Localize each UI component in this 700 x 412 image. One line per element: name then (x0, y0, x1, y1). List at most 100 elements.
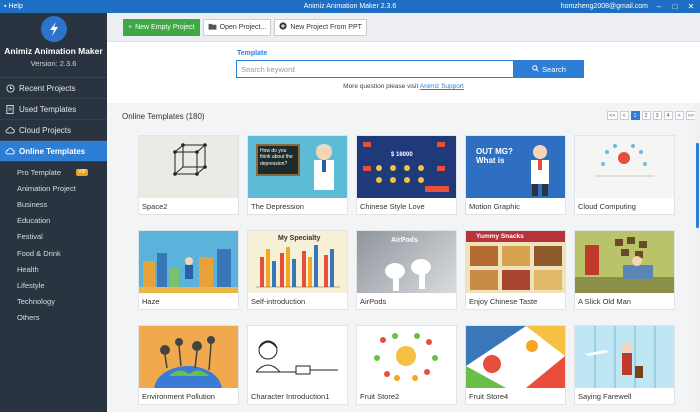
template-card[interactable]: A Slick Old Man (574, 230, 675, 310)
plus-icon: + (128, 23, 133, 31)
template-card[interactable]: $ 16000 Chinese Style Love (356, 135, 457, 215)
template-card[interactable]: My Specialty Self-introduction (247, 230, 348, 310)
category-technology[interactable]: Technology (0, 294, 107, 310)
nav-label: Used Templates (19, 104, 77, 114)
template-name: Fruit Store2 (360, 391, 400, 401)
nav-recent-projects[interactable]: Recent Projects (0, 78, 107, 99)
category-label: Education (17, 216, 51, 226)
template-name: Space2 (142, 201, 168, 211)
category-business[interactable]: Business (0, 196, 107, 212)
template-card[interactable]: Fruit Store2 (356, 325, 457, 405)
category-education[interactable]: Education (0, 213, 107, 229)
template-card[interactable]: Haze (138, 230, 239, 310)
template-name: Cloud Computing (578, 201, 636, 211)
nav-label: Recent Projects (19, 83, 76, 93)
template-thumbnail: AirPods (357, 231, 456, 293)
folder-icon (208, 23, 217, 32)
main-panel: + New Empty Project Open Project... New … (107, 13, 700, 412)
new-empty-project-button[interactable]: + New Empty Project (123, 18, 200, 36)
template-card[interactable]: Saying Farewell (574, 325, 675, 405)
template-card[interactable]: OUT MG? What is Motion Graphic (465, 135, 566, 215)
template-thumbnail (575, 136, 674, 198)
scrollbar-thumb[interactable] (696, 143, 699, 228)
template-card[interactable]: Environment Pollution (138, 325, 239, 405)
maximize-icon[interactable]: □ (670, 2, 680, 12)
template-search-label: Template (237, 50, 268, 57)
title-bar: ▪ Help Animiz Animation Maker 2.3.6 homz… (0, 0, 700, 13)
category-label: Business (17, 199, 48, 209)
pager-prev[interactable]: < (619, 111, 629, 120)
minimize-icon[interactable]: – (654, 2, 664, 12)
template-name: Character Introduction1 (251, 391, 330, 401)
category-label: Pro Template (17, 167, 62, 177)
plus-circle-icon (279, 22, 287, 32)
pager-page-1[interactable]: 1 (630, 111, 640, 120)
nav-used-templates[interactable]: Used Templates (0, 99, 107, 120)
template-name: Chinese Style Love (360, 201, 425, 211)
cloud-icon (5, 146, 15, 156)
template-name: Fruit Store4 (469, 391, 509, 401)
template-card[interactable]: How do you think about the depression? T… (247, 135, 348, 215)
pager-page-4[interactable]: 4 (663, 111, 673, 120)
support-hint: More question please visit Animiz Suppor… (107, 83, 700, 90)
template-name: Saying Farewell (578, 391, 632, 401)
pager-page-3[interactable]: 3 (652, 111, 662, 120)
thumbnail-caption: OUT MG? What is (476, 147, 513, 165)
category-label: Animation Project (17, 183, 76, 193)
category-label: Technology (17, 297, 55, 307)
category-label: Lifestyle (17, 280, 45, 290)
category-lifestyle[interactable]: Lifestyle (0, 277, 107, 293)
category-pro-template[interactable]: Pro Template VIP (0, 164, 107, 180)
template-card[interactable]: Space2 (138, 135, 239, 215)
category-food-drink[interactable]: Food & Drink (0, 245, 107, 261)
template-thumbnail (575, 326, 674, 388)
category-festival[interactable]: Festival (0, 229, 107, 245)
template-name: A Slick Old Man (578, 296, 631, 306)
nav-cloud-projects[interactable]: Cloud Projects (0, 120, 107, 141)
template-card[interactable]: Fruit Store4 (465, 325, 566, 405)
template-card[interactable]: Yummy Snacks Enjoy Chinese Taste (465, 230, 566, 310)
template-card[interactable]: AirPods AirPods (356, 230, 457, 310)
app-branding: Animiz Animation Maker Version: 2.3.6 (0, 13, 107, 78)
new-project-from-ppt-label: New Project From PPT (290, 23, 362, 31)
template-card[interactable]: Character Introduction1 (247, 325, 348, 405)
pager-next[interactable]: > (674, 111, 684, 120)
pager-page-2[interactable]: 2 (641, 111, 651, 120)
template-name: Environment Pollution (142, 391, 215, 401)
template-thumbnail: OUT MG? What is (466, 136, 565, 198)
search-placeholder: Search keyword (241, 64, 295, 74)
pager-first[interactable]: << (607, 111, 618, 120)
search-button-label: Search (542, 64, 566, 74)
toolbar: + New Empty Project Open Project... New … (107, 13, 700, 42)
app-name: Animiz Animation Maker (4, 46, 103, 56)
template-thumbnail (248, 326, 347, 388)
template-name: Motion Graphic (469, 201, 520, 211)
template-name: Haze (142, 296, 160, 306)
close-icon[interactable]: ✕ (686, 2, 696, 12)
search-button[interactable]: Search (514, 60, 584, 78)
nav-label: Online Templates (19, 146, 86, 156)
template-thumbnail (139, 326, 238, 388)
search-input[interactable]: Search keyword (236, 60, 514, 78)
vip-badge: VIP (76, 168, 89, 176)
thumbnail-caption: How do you think about the depression? (256, 144, 300, 176)
nav-online-templates[interactable]: Online Templates (0, 141, 107, 162)
nav-label: Cloud Projects (19, 125, 72, 135)
template-thumbnail (466, 326, 565, 388)
app-version: Version: 2.3.6 (30, 59, 77, 68)
category-animation-project[interactable]: Animation Project (0, 180, 107, 196)
templates-scrollbar[interactable] (695, 103, 700, 412)
cloud-icon (5, 125, 15, 135)
help-menu[interactable]: ▪ Help (0, 3, 23, 10)
user-email[interactable]: homzheng2008@gmail.com (561, 3, 648, 10)
template-thumbnail: How do you think about the depression? (248, 136, 347, 198)
open-project-label: Open Project... (219, 23, 267, 31)
new-empty-project-label: New Empty Project (135, 23, 195, 31)
support-link[interactable]: Animiz Support (420, 83, 464, 90)
new-project-from-ppt-button[interactable]: New Project From PPT (274, 18, 367, 36)
template-thumbnail (139, 136, 238, 198)
template-card[interactable]: Cloud Computing (574, 135, 675, 215)
category-others[interactable]: Others (0, 310, 107, 326)
open-project-button[interactable]: Open Project... (202, 18, 272, 36)
category-health[interactable]: Health (0, 261, 107, 277)
